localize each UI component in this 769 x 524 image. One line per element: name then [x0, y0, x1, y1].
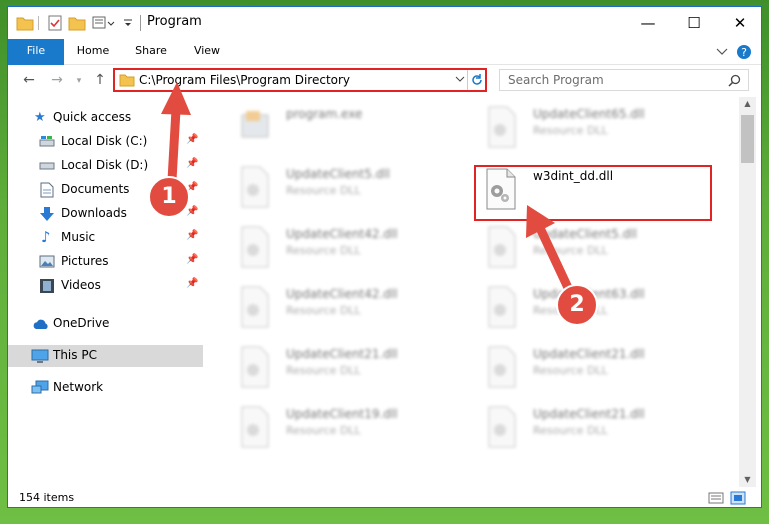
- annotation-overlay: [161, 82, 575, 297]
- arrow-1: [161, 82, 191, 185]
- arrow-2: [526, 205, 575, 297]
- callout-step-1: 1: [148, 176, 190, 218]
- callout-step-2: 2: [556, 284, 598, 326]
